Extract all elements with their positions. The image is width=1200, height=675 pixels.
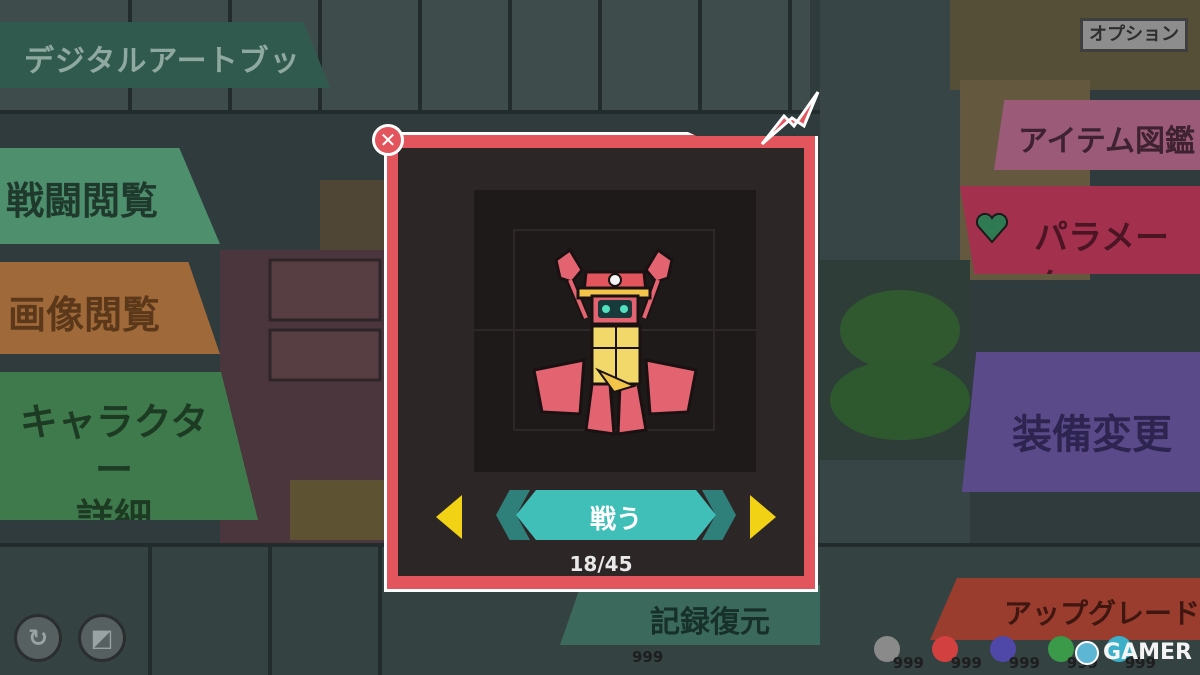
resource-value: 999 (950, 654, 982, 672)
menu-record-restore-label: 記録復元 (650, 605, 770, 640)
screen-toggle-button[interactable]: ◩ (78, 614, 126, 662)
menu-item-catalog-label: アイテム図鑑 (1018, 124, 1195, 159)
menu-character-line1: キャラクター (19, 400, 209, 492)
action-label: 戦う (589, 505, 642, 535)
resource-counter: 999 (930, 634, 982, 674)
resource-counter: 999 (988, 634, 1040, 674)
menu-equipment-label: 装備変更 (1012, 412, 1172, 458)
menu-image-view-button[interactable]: 画像閲覧 (0, 262, 220, 354)
screen-toggle-icon: ◩ (90, 624, 114, 652)
refresh-icon: ↻ (27, 624, 49, 652)
app-title-banner: デジタルアートブック (0, 22, 330, 88)
page-counter: 18/45 (569, 552, 633, 576)
record-count: 999 (632, 648, 664, 666)
menu-upgrade-label: アップグレード (1004, 597, 1200, 630)
menu-record-restore-button[interactable]: 記録復元 (560, 585, 820, 645)
menu-character-detail-button[interactable]: キャラクター 詳細 (0, 372, 258, 520)
watermark-text: GAMER (1103, 640, 1192, 665)
menu-equipment-button[interactable]: 装備変更 (962, 352, 1200, 492)
game-screen: デジタルアートブック オプション 戦闘閲覧 画像閲覧 キャラクター 詳細 アイテ… (0, 0, 1200, 675)
resource-value: 999 (892, 654, 924, 672)
menu-upgrade-button[interactable]: アップグレード (930, 578, 1200, 640)
battle-view-modal: 戦う 18/45 ✕ (372, 91, 820, 592)
previous-arrow-button[interactable] (436, 495, 462, 539)
menu-battle-view-label: 戦闘閲覧 (6, 179, 159, 223)
resource-counter: 999 (872, 634, 924, 674)
menu-item-catalog-button[interactable]: アイテム図鑑 (994, 100, 1200, 170)
action-label-badge: 戦う (516, 490, 716, 540)
watermark-logo: GAMER (1075, 640, 1192, 665)
modal-content: 戦う 18/45 (398, 148, 804, 576)
menu-parameter-button[interactable]: パラメータ (960, 186, 1200, 274)
menu-image-view-label: 画像閲覧 (8, 293, 161, 337)
close-icon: ✕ (379, 128, 397, 152)
robot-character-image (474, 190, 756, 472)
gamer-logo-icon (1075, 640, 1100, 665)
heart-icon (975, 212, 1009, 244)
lightning-bolt-icon (760, 91, 820, 146)
refresh-button[interactable]: ↻ (14, 614, 62, 662)
option-button[interactable]: オプション (1080, 18, 1188, 52)
close-button[interactable]: ✕ (372, 124, 404, 156)
resource-value: 999 (1008, 654, 1040, 672)
next-arrow-button[interactable] (750, 495, 776, 539)
character-artwork (474, 190, 756, 472)
